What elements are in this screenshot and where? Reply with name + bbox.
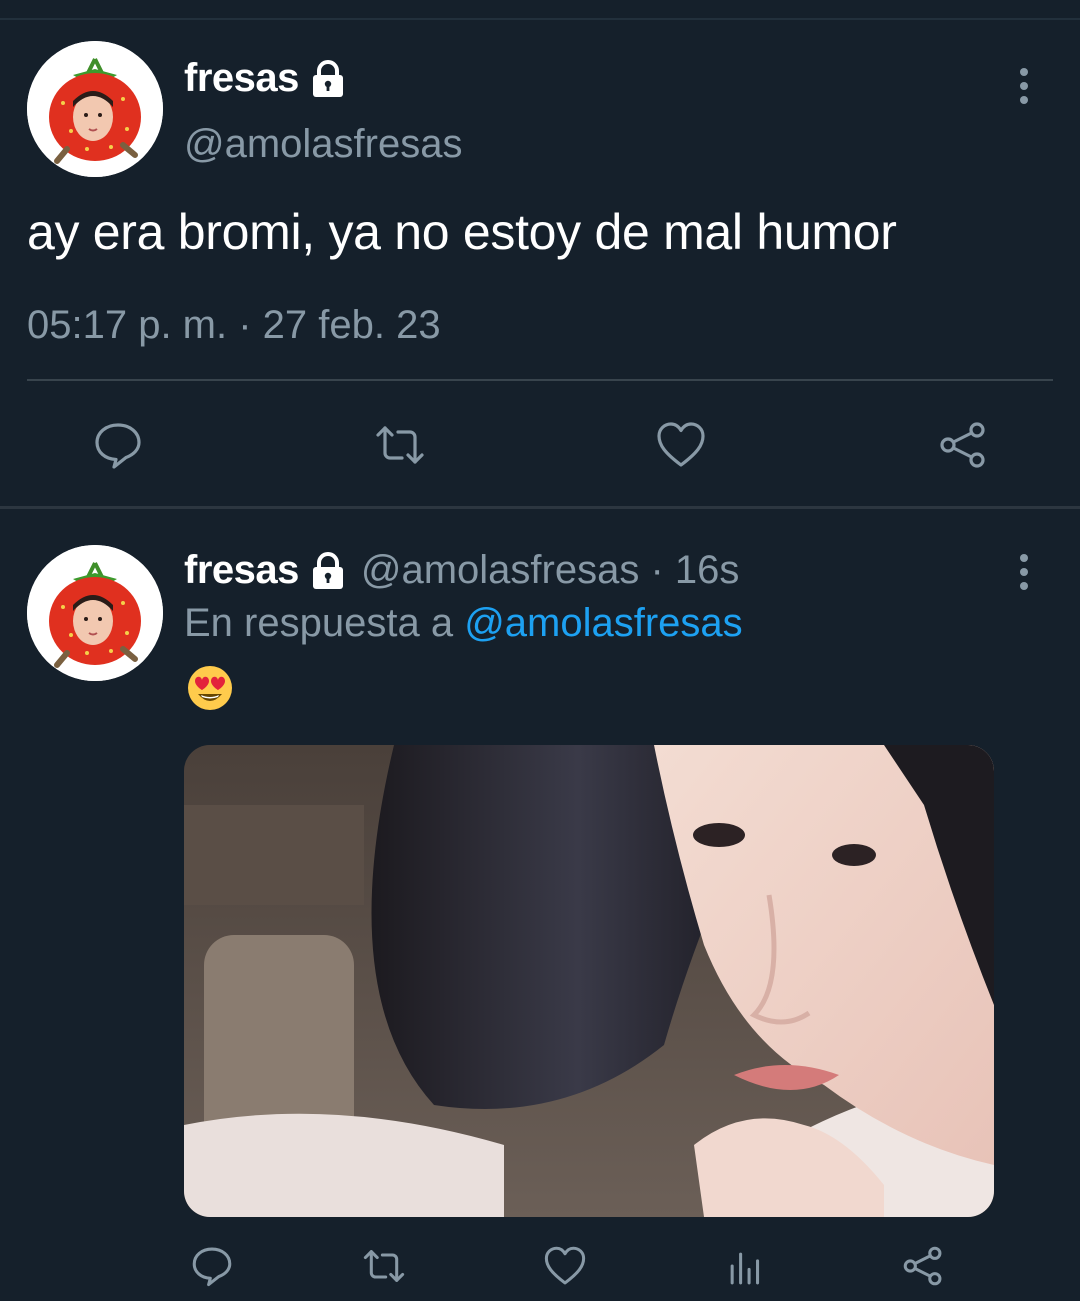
reply-icon[interactable] [90, 417, 146, 473]
retweet-icon[interactable] [356, 1238, 412, 1294]
attached-photo[interactable] [184, 745, 994, 1217]
tweet-timestamp[interactable]: 05:17 p. m. · 27 feb. 23 [27, 303, 441, 348]
reply-context: En respuesta a @amolasfresas [184, 601, 743, 646]
tweet-text: ay era bromi, ya no estoy de mal humor [27, 204, 897, 260]
more-options-icon[interactable] [1012, 552, 1036, 592]
avatar[interactable] [27, 41, 163, 177]
lock-icon [309, 551, 347, 590]
author-handle[interactable]: @amolasfresas [184, 122, 462, 167]
tweet-separator [0, 506, 1080, 509]
author-name-row[interactable]: fresas @amolasfresas · 16s [184, 548, 739, 593]
reply-handle-link[interactable]: @amolasfresas [464, 601, 742, 645]
share-icon[interactable] [935, 417, 991, 473]
share-icon[interactable] [895, 1238, 951, 1294]
author-handle-time[interactable]: @amolasfresas · 16s [361, 548, 740, 593]
display-name[interactable]: fresas [184, 56, 299, 101]
analytics-icon[interactable] [716, 1238, 772, 1294]
reply-icon[interactable] [184, 1238, 240, 1294]
display-name[interactable]: fresas [184, 548, 299, 593]
retweet-icon[interactable] [372, 417, 428, 473]
more-options-icon[interactable] [1012, 66, 1036, 106]
top-divider [0, 18, 1080, 20]
avatar[interactable] [27, 545, 163, 681]
heart-eyes-emoji-icon [186, 664, 234, 712]
like-icon[interactable] [537, 1238, 593, 1294]
lock-icon [309, 59, 347, 98]
reply-prefix: En respuesta a [184, 601, 454, 645]
author-name-row[interactable]: fresas [184, 56, 347, 101]
divider [27, 379, 1053, 381]
like-icon[interactable] [653, 417, 709, 473]
